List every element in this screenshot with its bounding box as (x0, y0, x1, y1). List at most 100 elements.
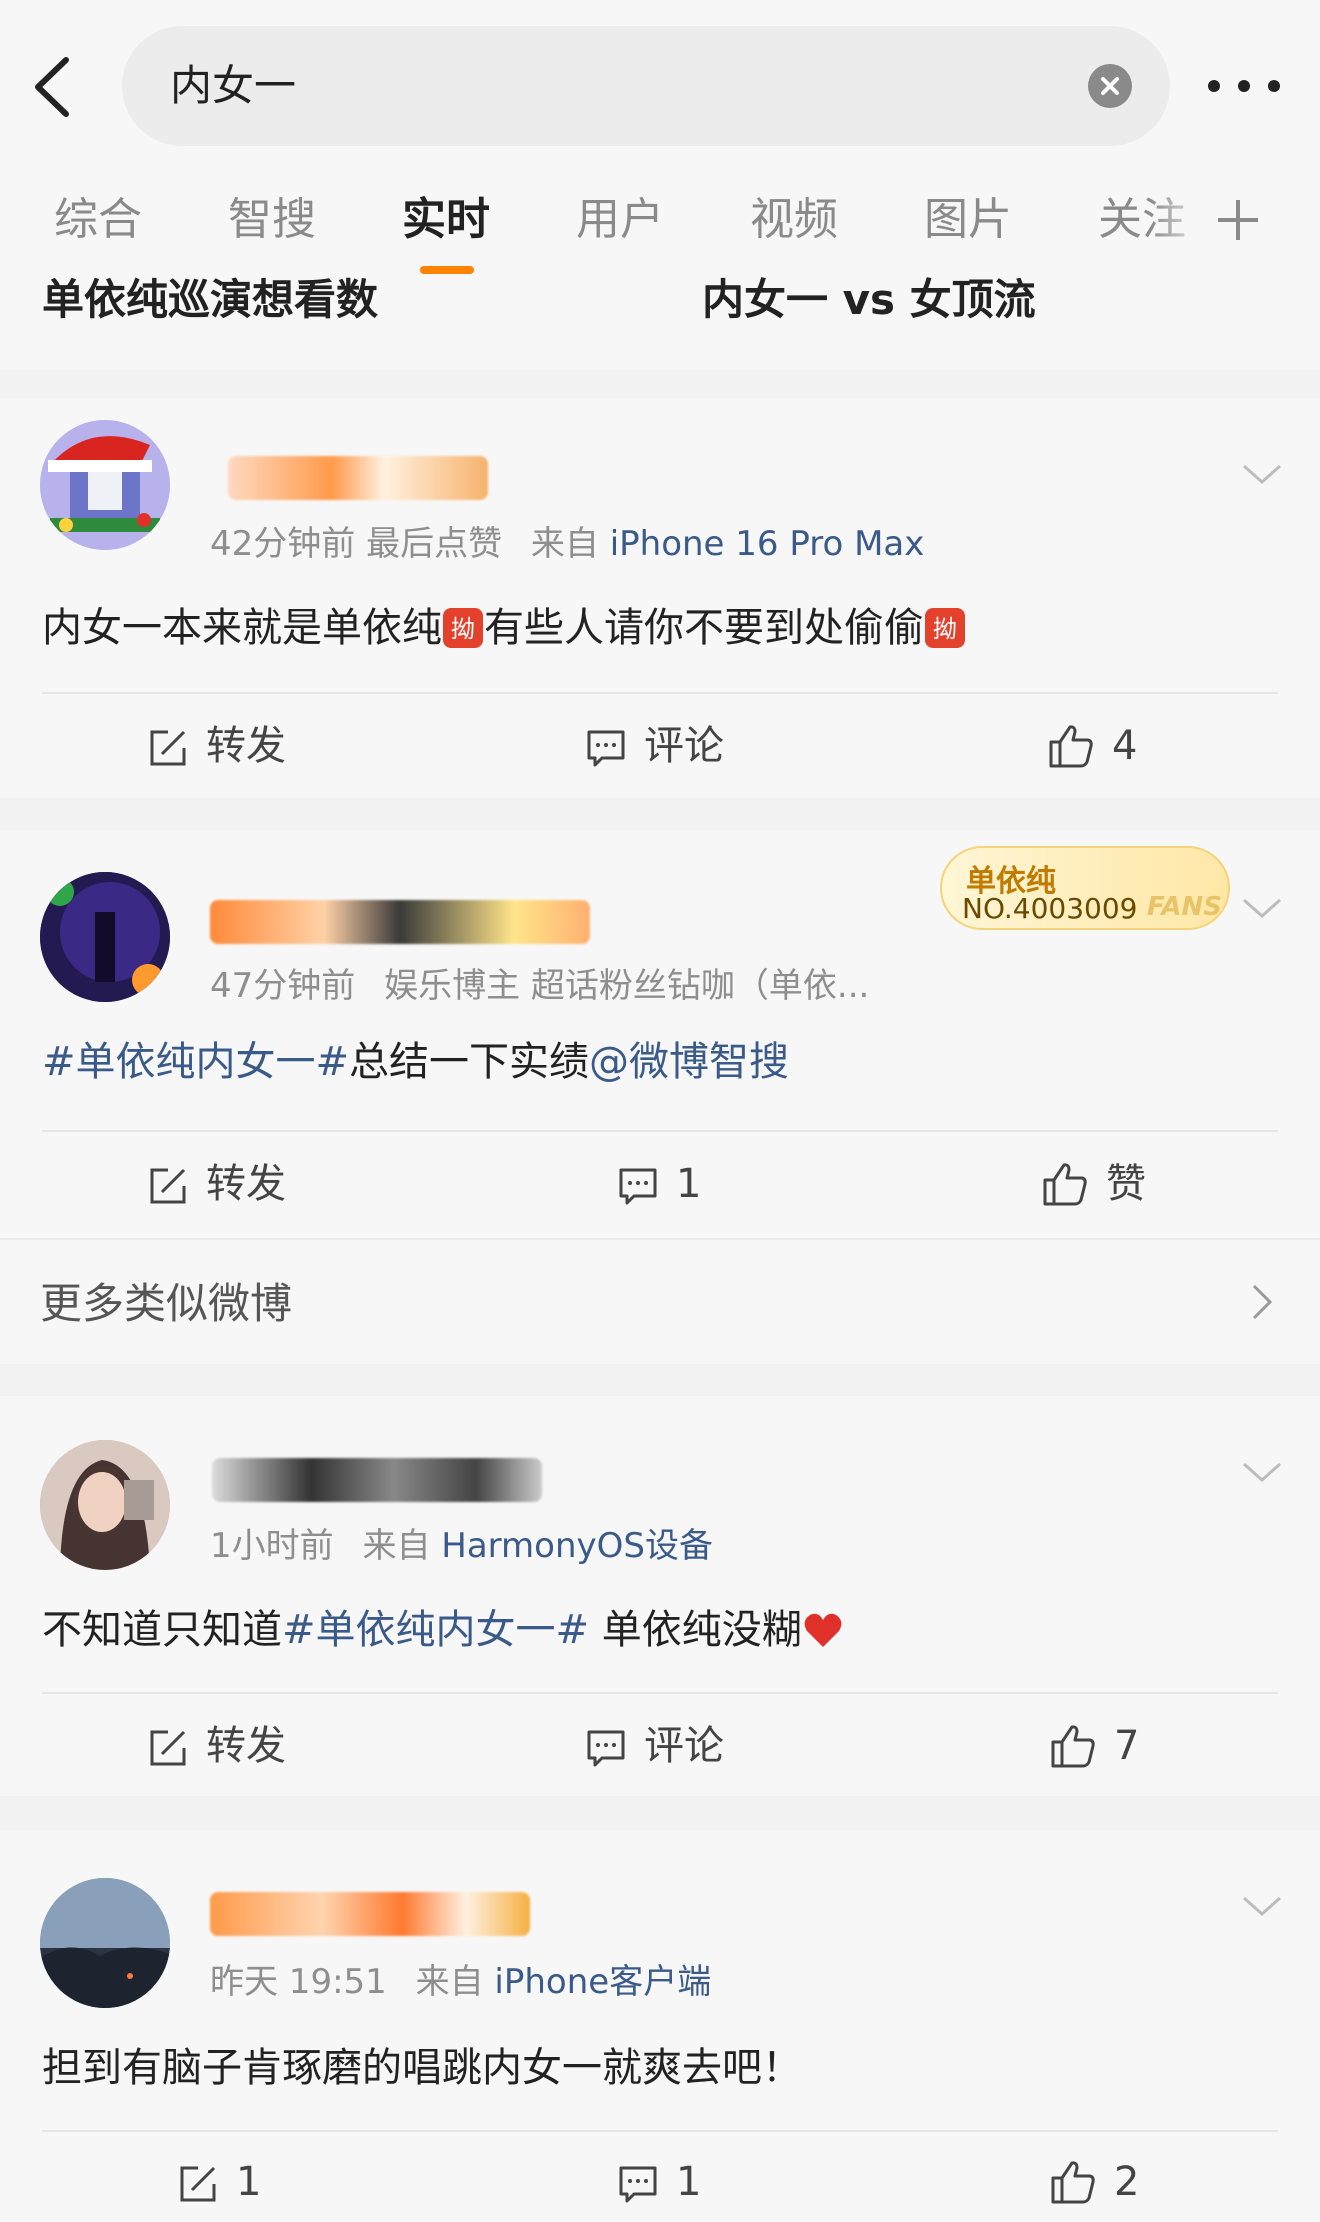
post-body: 内女一本来就是单依纯拗有些人请你不要到处偷偷拗 (42, 598, 966, 658)
post-text-part: 不知道只知道 (42, 1607, 282, 1653)
avatar[interactable] (40, 872, 170, 1002)
tab-comprehensive[interactable]: 综合 (54, 180, 142, 260)
comment-icon (587, 1730, 625, 1767)
like-button[interactable]: 赞 (1042, 1154, 1146, 1214)
concert-avatar-image (40, 872, 170, 1002)
topic-link[interactable]: #单依纯内女一# (282, 1607, 589, 1653)
source-device[interactable]: iPhone 16 Pro Max (610, 524, 925, 564)
source-prefix: 来自 (415, 1962, 484, 2002)
active-tab-indicator (420, 266, 474, 274)
like-label: 赞 (1106, 1161, 1146, 1207)
tab-bar: 综合 智搜 实时 用户 视频 图片 关注 (0, 180, 1320, 276)
svg-text:拗: 拗 (451, 615, 475, 643)
post-text-part: 总结一下实绩 (349, 1039, 590, 1085)
like-count: 7 (1114, 1723, 1140, 1769)
mention-link[interactable]: @微博智搜 (589, 1039, 789, 1085)
divider (42, 1130, 1278, 1132)
repost-icon (180, 2166, 216, 2202)
avatar[interactable] (40, 420, 170, 550)
niu-sticker-icon: 拗 (925, 608, 965, 648)
repost-button[interactable]: 转发 (148, 1154, 286, 1214)
chevron-down-icon (1243, 1462, 1281, 1483)
divider (42, 692, 1278, 694)
post-meta: 昨天 19:51 来自 iPhone客户端 (210, 1954, 711, 2003)
search-query: 内女一 (170, 61, 297, 110)
comment-count: 1 (676, 2159, 702, 2205)
search-input[interactable]: 内女一 (122, 26, 1170, 146)
tab-images[interactable]: 图片 (924, 180, 1012, 260)
comment-button[interactable]: 评论 (586, 716, 724, 776)
repost-label: 转发 (206, 1161, 286, 1207)
like-count: 4 (1112, 723, 1138, 769)
comment-icon (619, 2166, 657, 2203)
red-heart-icon (804, 1613, 842, 1647)
chevron-down-icon (1243, 464, 1281, 485)
like-button[interactable]: 7 (1050, 1716, 1139, 1776)
comment-button[interactable]: 1 (618, 1154, 701, 1214)
repost-button[interactable]: 转发 (148, 716, 286, 776)
post-card: 昨天 19:51 来自 iPhone客户端 担到有脑子肯琢磨的唱跳内女一就爽去吧… (0, 1830, 1320, 2222)
post-time: 47分钟前 (210, 966, 356, 1006)
post-meta: 1小时前 来自 HarmonyOS设备 (210, 1518, 713, 1567)
comment-button[interactable]: 1 (618, 2152, 701, 2212)
source-prefix: 来自 (530, 524, 599, 564)
fans-badge[interactable]: 单依纯 NO.4003009 FANS (940, 846, 1230, 930)
comment-label: 评论 (644, 1723, 724, 1769)
post-time: 昨天 19:51 (210, 1962, 387, 2002)
post-body: 担到有脑子肯琢磨的唱跳内女一就爽去吧！ (42, 2045, 802, 2091)
comment-label: 评论 (644, 723, 724, 769)
repost-icon (150, 1168, 186, 1204)
post-card: 1小时前 来自 HarmonyOS设备 不知道只知道#单依纯内女一# 单依纯没糊… (0, 1396, 1320, 1796)
chevron-left-icon (35, 57, 69, 117)
like-button[interactable]: 4 (1048, 716, 1137, 776)
tab-smart-search[interactable]: 智搜 (228, 180, 316, 260)
chevron-down-icon (1243, 898, 1281, 919)
divider (42, 1692, 1278, 1694)
username-obscured[interactable] (210, 1892, 530, 1936)
tab-users[interactable]: 用户 (576, 180, 664, 260)
username-obscured[interactable] (228, 456, 488, 500)
post-time: 42分钟前 最后点赞 (210, 524, 503, 564)
comment-icon (619, 1168, 657, 1205)
comment-button[interactable]: 评论 (586, 1716, 724, 1776)
user-portrait-image (40, 1440, 170, 1570)
post-time: 1小时前 (210, 1526, 334, 1566)
post-body: #单依纯内女一#总结一下实绩@微博智搜 (42, 1032, 789, 1092)
hot-topic-right[interactable]: 内女一 vs 女顶流 (702, 270, 1036, 330)
tab-realtime[interactable]: 实时 (402, 180, 490, 260)
avatar[interactable] (40, 1440, 170, 1570)
username-obscured[interactable] (210, 900, 590, 944)
thumbs-up-icon (1049, 725, 1093, 768)
post-meta: 42分钟前 最后点赞 来自 iPhone 16 Pro Max (210, 516, 924, 565)
add-tab-button[interactable] (1210, 180, 1266, 260)
repost-button[interactable]: 转发 (148, 1716, 286, 1776)
comment-icon (587, 730, 625, 767)
post-menu-button[interactable] (1240, 894, 1284, 924)
post-menu-button[interactable] (1240, 460, 1284, 490)
hot-topic-left[interactable]: 单依纯巡演想看数 (42, 270, 378, 330)
chevron-right-icon (1252, 1284, 1273, 1320)
post-menu-button[interactable] (1240, 1892, 1284, 1922)
avatar[interactable] (40, 1878, 170, 2008)
repost-label: 转发 (206, 723, 286, 769)
tab-video[interactable]: 视频 (750, 180, 838, 260)
username-obscured[interactable] (212, 1458, 542, 1502)
back-button[interactable] (28, 50, 78, 124)
more-similar-posts-row[interactable]: 更多类似微博 (0, 1238, 1320, 1364)
post-menu-button[interactable] (1240, 1458, 1284, 1488)
christmas-avatar-image (40, 420, 170, 550)
plus-icon (1218, 200, 1258, 240)
more-dots-icon (1208, 80, 1280, 92)
repost-button[interactable]: 1 (178, 2152, 261, 2212)
svg-text:拗: 拗 (933, 615, 957, 643)
post-card: 42分钟前 最后点赞 来自 iPhone 16 Pro Max 内女一本来就是单… (0, 398, 1320, 798)
source-device[interactable]: HarmonyOS设备 (441, 1526, 713, 1566)
more-options-button[interactable] (1200, 62, 1290, 110)
thumbs-up-icon (1043, 1163, 1087, 1206)
clear-search-button[interactable] (1088, 64, 1132, 108)
source-device[interactable]: iPhone客户端 (494, 1962, 711, 2002)
source-prefix: 来自 (362, 1526, 431, 1566)
topic-link[interactable]: #单依纯内女一# (42, 1039, 349, 1085)
top-bar: 内女一 综合 智搜 实时 用户 视频 图片 关注 单依纯巡演想看数 内女一 vs… (0, 0, 1320, 370)
like-button[interactable]: 2 (1050, 2152, 1139, 2212)
